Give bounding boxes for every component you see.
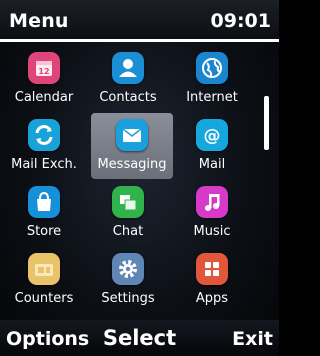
menu-item-calendar[interactable]: 12 Calendar — [3, 46, 85, 112]
menu-item-music[interactable]: Music — [171, 180, 253, 246]
page-title: Menu — [9, 10, 69, 32]
menu-item-internet[interactable]: Internet — [171, 46, 253, 112]
menu-item-label: Contacts — [99, 90, 157, 105]
store-icon — [28, 186, 60, 218]
clock: 09:01 — [210, 10, 271, 32]
menu-item-label: Music — [193, 224, 231, 239]
scrollbar[interactable] — [264, 96, 269, 150]
menu-item-label: Internet — [186, 90, 238, 105]
menu-item-messaging[interactable]: Messaging — [91, 113, 173, 179]
phone-screen: Menu 09:01 12 Calendar Contacts Internet… — [0, 0, 279, 356]
menu-item-mail-exchange[interactable]: Mail Exch. — [3, 113, 85, 179]
mail-exchange-icon — [28, 119, 60, 151]
exit-softkey[interactable]: Exit — [232, 328, 273, 350]
svg-text:@: @ — [204, 126, 221, 146]
menu-item-apps[interactable]: Apps — [171, 247, 253, 313]
header-divider — [0, 39, 279, 42]
counters-icon — [28, 253, 60, 285]
menu-item-label: Settings — [101, 291, 155, 306]
status-bar: Menu 09:01 — [0, 0, 279, 42]
menu-item-chat[interactable]: Chat — [87, 180, 169, 246]
menu-item-label: Calendar — [14, 90, 74, 105]
menu-item-label: Messaging — [97, 157, 167, 172]
menu-grid: 12 Calendar Contacts Internet Mail Exch.… — [0, 46, 255, 314]
svg-text:12: 12 — [38, 67, 49, 76]
menu-item-label: Mail — [198, 157, 226, 172]
menu-item-settings[interactable]: Settings — [87, 247, 169, 313]
menu-item-counters[interactable]: Counters — [3, 247, 85, 313]
menu-item-mail[interactable]: @ Mail — [171, 113, 253, 179]
menu-item-label: Chat — [112, 224, 144, 239]
menu-item-label: Apps — [195, 291, 229, 306]
apps-icon — [196, 253, 228, 285]
softkey-bar: Options Select Exit — [0, 320, 279, 356]
contacts-icon — [112, 52, 144, 84]
calendar-icon: 12 — [28, 52, 60, 84]
menu-item-label: Mail Exch. — [11, 157, 77, 172]
mail-icon: @ — [196, 119, 228, 151]
globe-icon — [196, 52, 228, 84]
gear-icon — [112, 253, 144, 285]
messaging-icon — [116, 119, 148, 151]
menu-item-contacts[interactable]: Contacts — [87, 46, 169, 112]
menu-item-store[interactable]: Store — [3, 180, 85, 246]
menu-item-label: Store — [26, 224, 62, 239]
chat-icon — [112, 186, 144, 218]
menu-item-label: Counters — [14, 291, 74, 306]
music-icon — [196, 186, 228, 218]
